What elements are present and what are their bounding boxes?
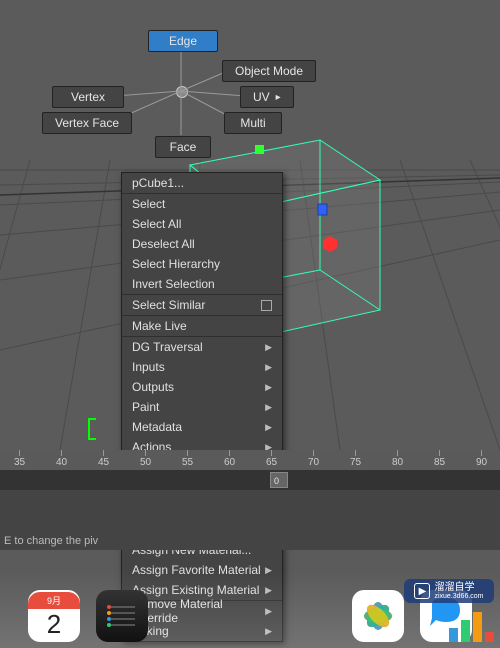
label: Outputs — [132, 380, 174, 394]
label: Select — [132, 197, 165, 211]
tick-label: 80 — [392, 457, 403, 468]
watermark-brand: 溜溜自学 — [434, 583, 483, 593]
label: Object Mode — [235, 64, 303, 78]
option-box-icon[interactable] — [261, 300, 272, 311]
chevron-right-icon: ▶ — [265, 362, 272, 373]
ctx-dg-traversal[interactable]: DG Traversal ▶ — [122, 337, 282, 357]
play-icon: ▶ — [414, 583, 430, 599]
label: UV — [253, 90, 270, 104]
marking-face[interactable]: Face — [155, 136, 211, 158]
label: Metadata — [132, 420, 182, 434]
tick-label: 60 — [224, 457, 235, 468]
ctx-inputs[interactable]: Inputs ▶ — [122, 357, 282, 377]
tick-label: 40 — [56, 457, 67, 468]
ctx-make-live[interactable]: Make Live — [122, 316, 282, 336]
calendar-month: 9月 — [28, 592, 80, 609]
bars-icon — [449, 612, 494, 642]
timeline-ticks[interactable]: 35 40 45 50 55 60 65 70 75 80 85 90 — [0, 450, 500, 470]
ctx-select-hierarchy[interactable]: Select Hierarchy — [122, 254, 282, 274]
tick-label: 90 — [476, 457, 487, 468]
ctx-header[interactable]: pCube1... — [122, 173, 282, 193]
ctx-outputs[interactable]: Outputs ▶ — [122, 377, 282, 397]
ctx-select-similar[interactable]: Select Similar — [122, 295, 282, 315]
tick-label: 65 — [266, 457, 277, 468]
ctx-deselect-all[interactable]: Deselect All — [122, 234, 282, 254]
dock-photos-icon[interactable] — [352, 590, 404, 642]
tick-label: 50 — [140, 457, 151, 468]
marking-multi[interactable]: Multi — [224, 112, 282, 134]
label: Make Live — [132, 319, 187, 333]
range-start-bracket[interactable] — [88, 418, 96, 440]
chevron-right-icon: ▶ — [265, 402, 272, 413]
label: DG Traversal — [132, 340, 203, 354]
label: Paint — [132, 400, 159, 414]
timeline-handle[interactable]: 0 — [270, 472, 288, 488]
marking-edge[interactable]: Edge — [148, 30, 218, 52]
calendar-day: 2 — [47, 609, 61, 640]
label: Inputs — [132, 360, 165, 374]
marking-vertex-face[interactable]: Vertex Face — [42, 112, 132, 134]
chevron-right-icon: ▶ — [265, 422, 272, 433]
status-hint: E to change the piv — [4, 535, 98, 547]
label: Invert Selection — [132, 277, 215, 291]
chevron-right-icon: ▶ — [265, 382, 272, 393]
label: Select Hierarchy — [132, 257, 220, 271]
timeline-range[interactable]: 0 — [0, 470, 500, 490]
tick-label: 55 — [182, 457, 193, 468]
chevron-right-icon: ▶ — [265, 342, 272, 353]
dock-calendar-icon[interactable]: 9月 2 — [28, 590, 80, 642]
marking-object-mode[interactable]: Object Mode — [222, 60, 316, 82]
handle-blue[interactable] — [318, 204, 327, 215]
tick-label: 35 — [14, 457, 25, 468]
current-frame: 0 — [274, 476, 279, 486]
label: Deselect All — [132, 237, 195, 251]
marking-uv[interactable]: UV ▸ — [240, 86, 294, 108]
chevron-right-icon: ▸ — [276, 92, 281, 103]
watermark-url: zixue.3d66.com — [434, 593, 483, 600]
label: Edge — [169, 34, 197, 48]
marking-vertex[interactable]: Vertex — [52, 86, 124, 108]
label: Face — [170, 140, 197, 154]
label: Select All — [132, 217, 181, 231]
label: Vertex Face — [55, 116, 119, 130]
label: Select Similar — [132, 298, 205, 312]
tick-label: 75 — [350, 457, 361, 468]
label: pCube1... — [132, 176, 184, 190]
tick-label: 85 — [434, 457, 445, 468]
label: Vertex — [71, 90, 105, 104]
ctx-select[interactable]: Select — [122, 194, 282, 214]
tick-label: 70 — [308, 457, 319, 468]
tick-label: 45 — [98, 457, 109, 468]
ctx-invert-selection[interactable]: Invert Selection — [122, 274, 282, 294]
label: Multi — [240, 116, 265, 130]
ctx-select-all[interactable]: Select All — [122, 214, 282, 234]
ctx-paint[interactable]: Paint ▶ — [122, 397, 282, 417]
dock-reminders-icon[interactable] — [96, 590, 148, 642]
timeline[interactable]: 35 40 45 50 55 60 65 70 75 80 85 90 0 — [0, 450, 500, 490]
ctx-metadata[interactable]: Metadata ▶ — [122, 417, 282, 437]
watermark: ▶ 溜溜自学 zixue.3d66.com — [404, 579, 494, 603]
